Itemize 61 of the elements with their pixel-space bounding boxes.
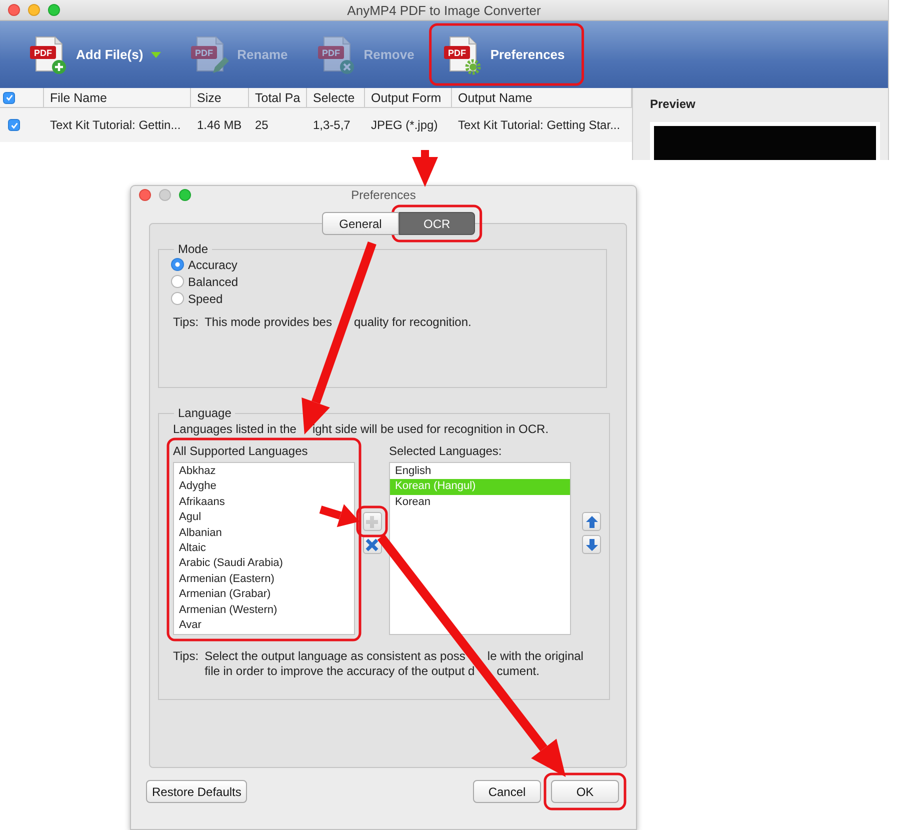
- tab[interactable]: OCR: [398, 212, 475, 235]
- tips-label: Tips:: [173, 315, 199, 330]
- column-header[interactable]: Output Form: [365, 88, 452, 107]
- column-header[interactable]: Size: [191, 88, 249, 107]
- list-title: Selected Languages:: [389, 444, 502, 458]
- checkbox[interactable]: [3, 92, 15, 104]
- list-item[interactable]: Afrikaans: [174, 494, 229, 510]
- radio-label[interactable]: Accuracy: [188, 258, 238, 272]
- annotation-arrow: [412, 150, 438, 187]
- ok-button[interactable]: OK: [551, 780, 619, 803]
- table-cell-text: Text Kit Tutorial: Gettin...: [49, 118, 182, 132]
- radio-button[interactable]: [171, 258, 184, 271]
- minimize-button[interactable]: [159, 189, 171, 201]
- list-item[interactable]: Arabic (Saudi Arabia): [174, 556, 287, 572]
- radio-button[interactable]: [171, 275, 184, 288]
- preview-title: Preview: [650, 97, 696, 111]
- tab[interactable]: General: [322, 212, 399, 235]
- radio-label[interactable]: Balanced: [188, 274, 238, 288]
- table-cell-text: 25: [254, 118, 270, 132]
- move-down-button[interactable]: [582, 535, 601, 554]
- close-button[interactable]: [8, 4, 20, 16]
- list-item[interactable]: Armenian (Grabar): [174, 587, 275, 603]
- tips-text: This mode provides bes quality for recognition.: [204, 315, 472, 330]
- radio-button[interactable]: [171, 292, 184, 305]
- list-item[interactable]: Adyghe: [174, 479, 220, 495]
- list-item[interactable]: Korean: [390, 494, 434, 510]
- column-header[interactable]: File Name: [44, 88, 191, 107]
- tips-text: Select the output language as consistent as poss le with the original file in order to improve the accuracy of the output d cument.: [204, 649, 584, 679]
- group-title: Mode: [177, 242, 210, 256]
- list-item[interactable]: Altaic: [174, 540, 210, 556]
- zoom-button[interactable]: [179, 189, 191, 201]
- list-title: All Supported Languages: [173, 444, 308, 458]
- column-header[interactable]: Total Pa: [249, 88, 307, 107]
- list-item[interactable]: Agul: [174, 510, 206, 526]
- table-cell-text: JPEG (*.jpg): [370, 118, 439, 132]
- cancel-button[interactable]: Cancel: [473, 780, 541, 803]
- table-cell-text: 1,3-5,7: [312, 118, 352, 132]
- list-item[interactable]: English: [390, 464, 436, 480]
- description-text: Languages listed in the ight side will be used for recognition in OCR.: [173, 422, 549, 436]
- tips-label: Tips:: [173, 649, 199, 664]
- list-item[interactable]: Armenian (Eastern): [174, 572, 278, 588]
- group-title: Language: [177, 406, 232, 420]
- list-item[interactable]: Avar: [174, 618, 206, 634]
- column-header[interactable]: Selecte: [307, 88, 365, 107]
- radio-label[interactable]: Speed: [188, 292, 223, 306]
- zoom-button[interactable]: [48, 4, 60, 16]
- table-cell-text: Text Kit Tutorial: Getting Star...: [457, 118, 622, 132]
- list-item[interactable]: Abkhaz: [174, 464, 220, 480]
- toolbar-button[interactable]: PDF Preferences: [436, 30, 577, 78]
- list-item[interactable]: Armenian (Western): [174, 602, 282, 618]
- dialog-title: Preferences: [351, 188, 416, 202]
- list-item[interactable]: Albanian: [174, 526, 226, 541]
- table-cell-text: 1.46 MB: [196, 118, 243, 132]
- close-button[interactable]: [139, 189, 151, 201]
- window-title: AnyMP4 PDF to Image Converter: [347, 2, 541, 18]
- toolbar-button[interactable]: PDF Add File(s): [22, 30, 174, 78]
- checkbox[interactable]: [8, 119, 20, 131]
- restore-defaults-button[interactable]: Restore Defaults: [146, 780, 248, 803]
- move-up-button[interactable]: [582, 512, 601, 531]
- annotation-arrow: [319, 504, 360, 528]
- minimize-button[interactable]: [28, 4, 40, 16]
